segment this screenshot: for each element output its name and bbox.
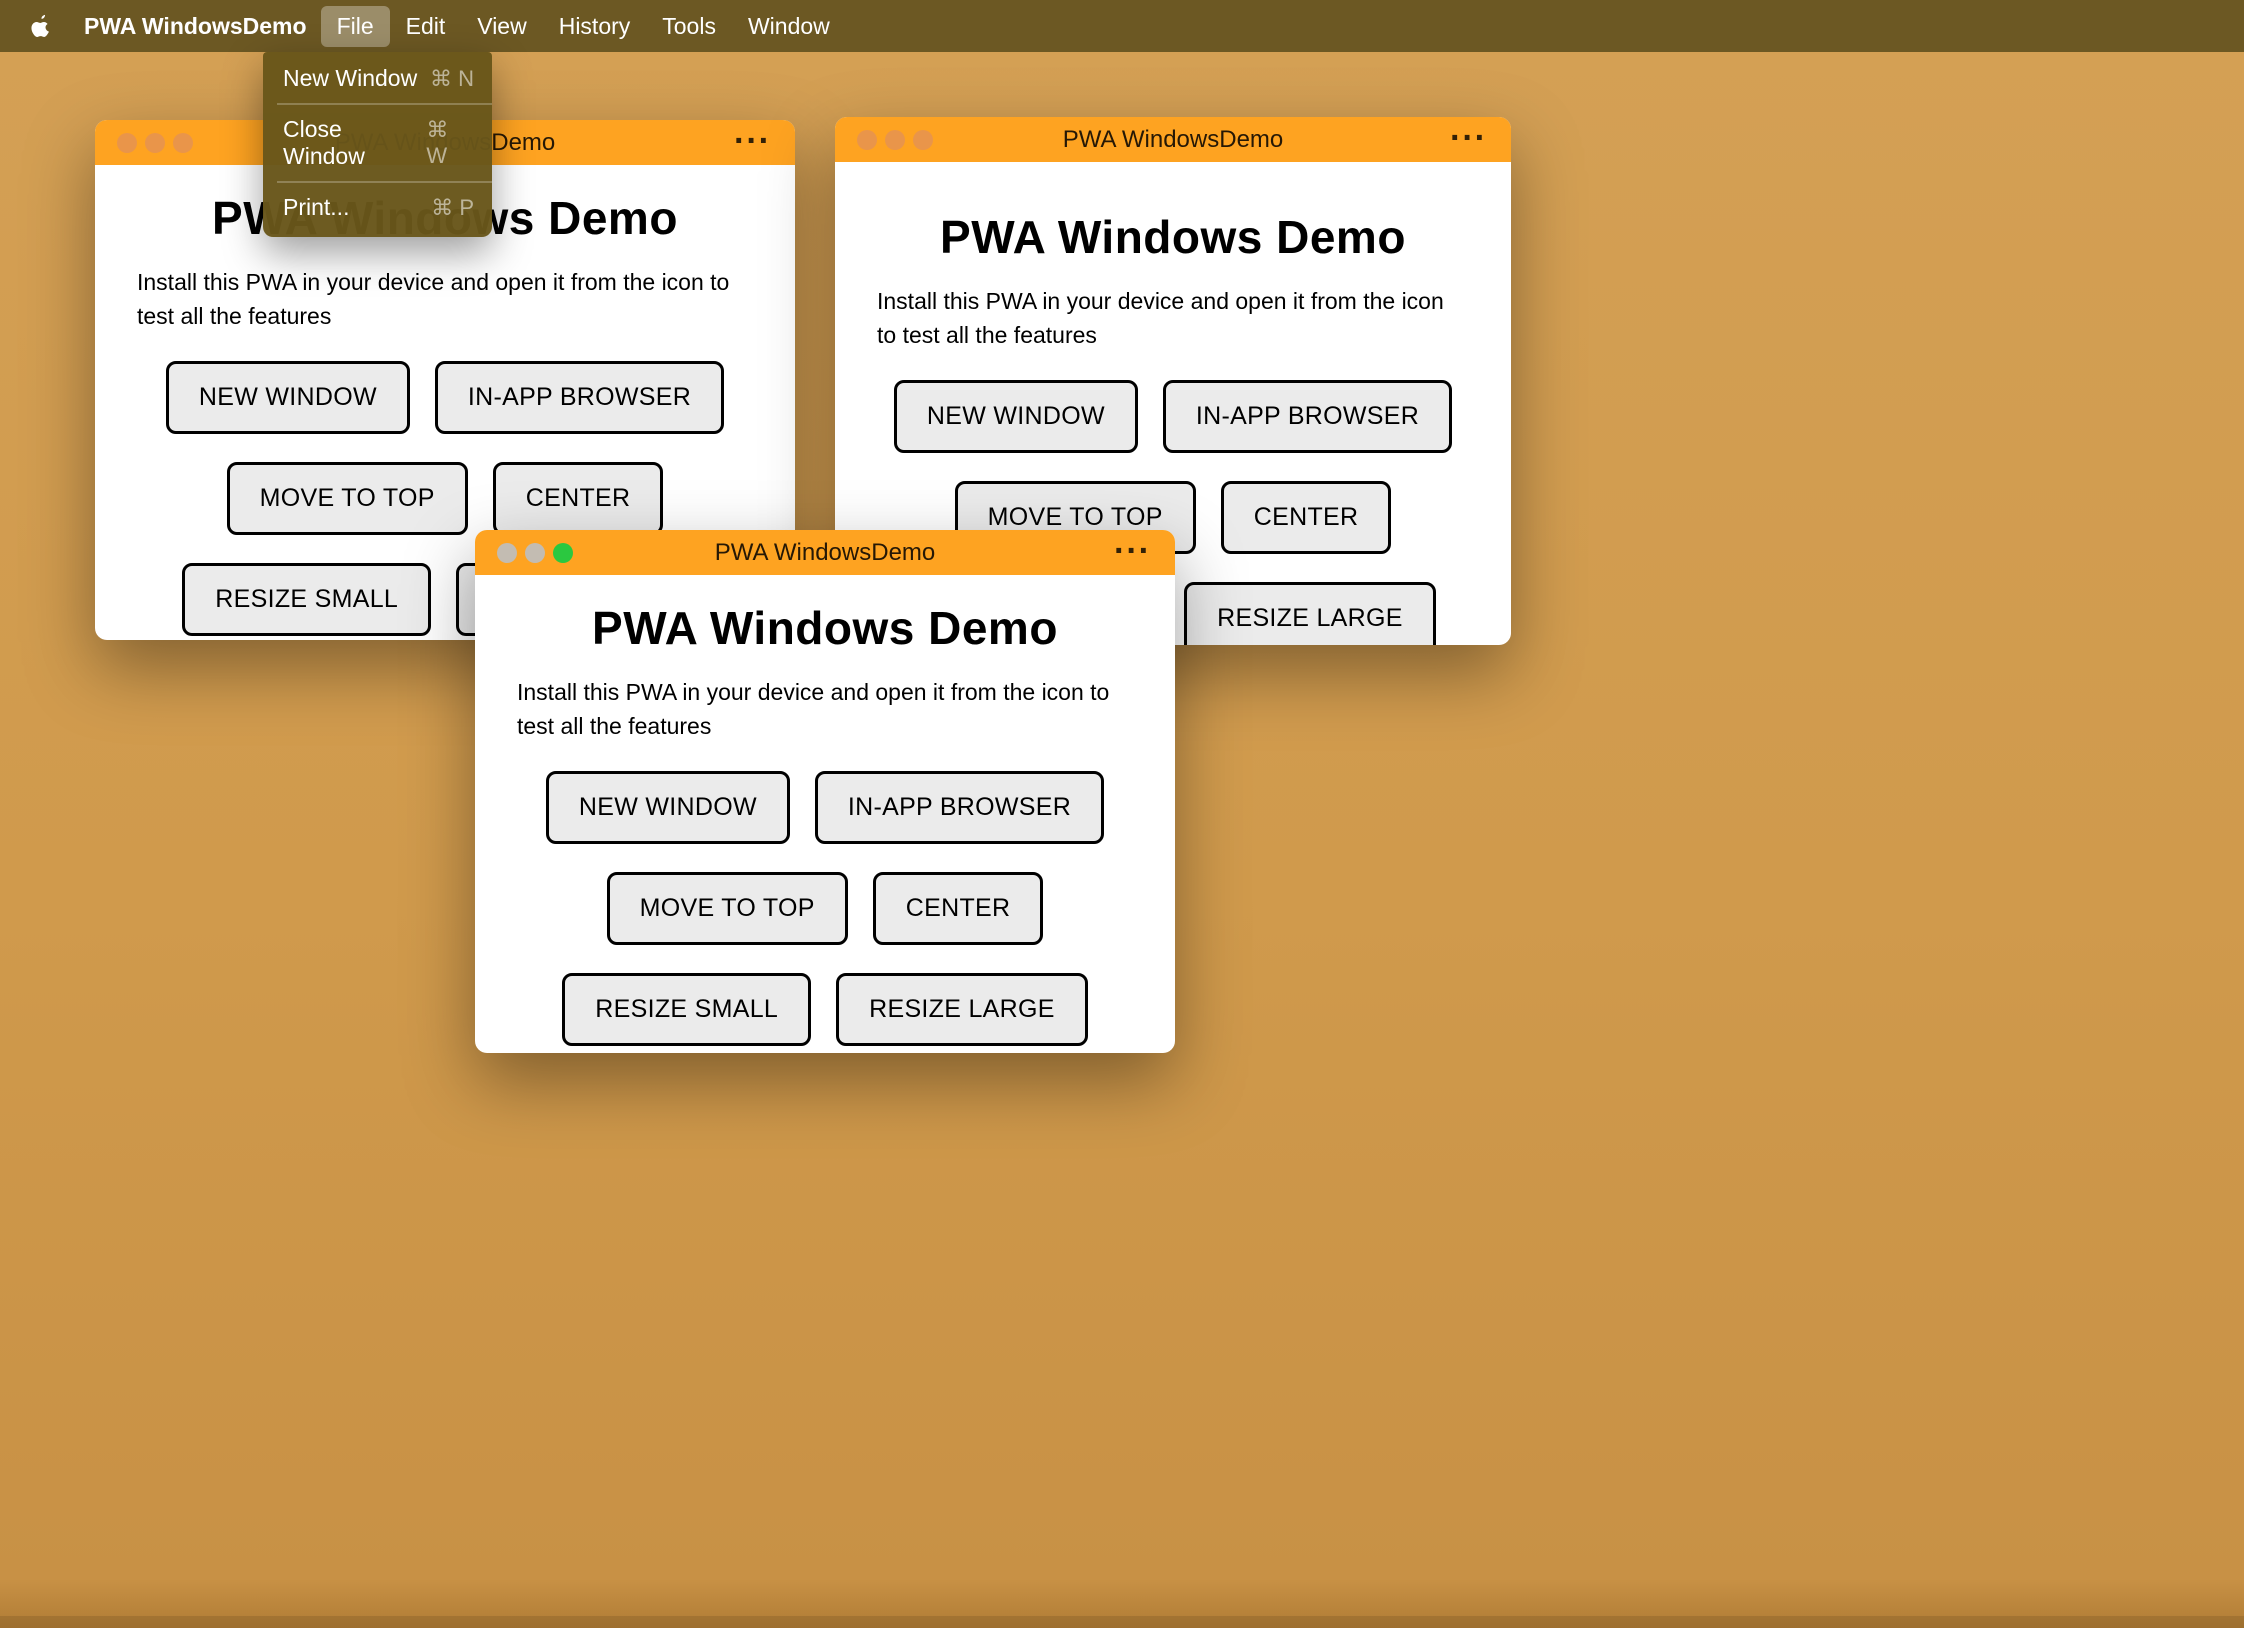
button-row: MOVE TO TOP CENTER <box>475 872 1175 945</box>
page-title: PWA Windows Demo <box>940 211 1406 263</box>
menu-option-label: Close Window <box>283 116 365 169</box>
resize-small-button[interactable]: RESIZE SMALL <box>562 973 812 1046</box>
in-app-browser-button[interactable]: IN-APP BROWSER <box>1162 380 1453 453</box>
menu-option-shortcut: ⌘ W <box>426 117 449 168</box>
minimize-button-icon[interactable] <box>145 132 165 153</box>
description: Install this PWA in your device and open… <box>137 269 730 329</box>
minimize-button-icon[interactable] <box>885 129 905 150</box>
close-button-icon[interactable] <box>497 542 517 563</box>
window-title: PWA WindowsDemo <box>1062 125 1284 153</box>
zoom-button-icon[interactable] <box>913 129 933 150</box>
center-button[interactable]: CENTER <box>492 462 664 535</box>
new-window-button[interactable]: NEW WINDOW <box>545 771 790 844</box>
window-title: PWA WindowsDemo <box>714 538 936 566</box>
center-button[interactable]: CENTER <box>1220 481 1392 554</box>
traffic-lights <box>857 117 933 162</box>
menu-option-label: Print... <box>283 194 350 220</box>
new-window-button[interactable]: NEW WINDOW <box>893 380 1138 453</box>
description: Install this PWA in your device and open… <box>877 288 1444 348</box>
page-title: PWA Windows Demo <box>592 602 1058 654</box>
button-row: RESIZE SMALL RESIZE LARGE <box>475 973 1175 1046</box>
menu-item-file[interactable]: File <box>320 5 390 47</box>
button-row: NEW WINDOW IN-APP BROWSER <box>835 380 1511 453</box>
close-button-icon[interactable] <box>117 132 137 153</box>
menu-item-tools[interactable]: Tools <box>646 6 732 47</box>
overflow-menu-icon[interactable]: ··· <box>1114 533 1151 567</box>
in-app-browser-button[interactable]: IN-APP BROWSER <box>434 361 725 434</box>
menu-option-shortcut: ⌘ N <box>430 65 474 91</box>
menu-item-history[interactable]: History <box>543 6 647 47</box>
resize-large-button[interactable]: RESIZE LARGE <box>836 973 1088 1046</box>
close-button-icon[interactable] <box>857 129 877 150</box>
in-app-browser-button[interactable]: IN-APP BROWSER <box>814 771 1105 844</box>
window-titlebar[interactable]: PWA WindowsDemo ··· <box>835 117 1511 162</box>
window-content: PWA Windows Demo Install this PWA in you… <box>475 601 1175 1046</box>
minimize-button-icon[interactable] <box>525 542 545 563</box>
overflow-menu-icon[interactable]: ··· <box>1450 120 1487 154</box>
menu-option-label: New Window <box>283 65 418 91</box>
move-to-top-button[interactable]: MOVE TO TOP <box>226 462 468 535</box>
button-row: NEW WINDOW IN-APP BROWSER <box>475 771 1175 844</box>
button-row: NEW WINDOW IN-APP BROWSER <box>95 361 795 434</box>
move-to-top-button[interactable]: MOVE TO TOP <box>606 872 848 945</box>
menu-option-shortcut: ⌘ P <box>431 194 474 220</box>
app-name[interactable]: PWA WindowsDemo <box>70 13 321 40</box>
traffic-lights <box>117 120 193 165</box>
window-titlebar[interactable]: PWA WindowsDemo ··· <box>475 530 1175 575</box>
menu-separator <box>277 103 492 105</box>
pwa-window-front: PWA WindowsDemo ··· PWA Windows Demo Ins… <box>475 530 1175 1053</box>
button-row: MOVE TO TOP CENTER <box>95 462 795 535</box>
menu-option-print[interactable]: Print... ⌘ P <box>263 184 492 231</box>
description: Install this PWA in your device and open… <box>517 679 1110 739</box>
menu-option-new-window[interactable]: New Window ⌘ N <box>263 55 492 102</box>
traffic-lights <box>497 530 573 575</box>
file-menu-dropdown: New Window ⌘ N Close Window ⌘ W Print...… <box>263 52 492 237</box>
apple-menu-icon[interactable] <box>26 13 56 39</box>
zoom-button-icon[interactable] <box>553 542 573 563</box>
new-window-button[interactable]: NEW WINDOW <box>165 361 410 434</box>
resize-small-button[interactable]: RESIZE SMALL <box>182 563 432 636</box>
menu-item-view[interactable]: View <box>461 6 542 47</box>
center-button[interactable]: CENTER <box>872 872 1044 945</box>
menu-item-window[interactable]: Window <box>732 6 846 47</box>
zoom-button-icon[interactable] <box>173 132 193 153</box>
desktop-bottom-edge <box>0 1616 2244 1628</box>
menu-bar: PWA WindowsDemo File Edit View History T… <box>0 0 2244 52</box>
overflow-menu-icon[interactable]: ··· <box>734 123 771 157</box>
menu-option-close-window[interactable]: Close Window ⌘ W <box>263 106 492 180</box>
resize-large-button[interactable]: RESIZE LARGE <box>1184 582 1436 645</box>
menu-item-edit[interactable]: Edit <box>390 6 462 47</box>
menu-separator <box>277 181 492 183</box>
